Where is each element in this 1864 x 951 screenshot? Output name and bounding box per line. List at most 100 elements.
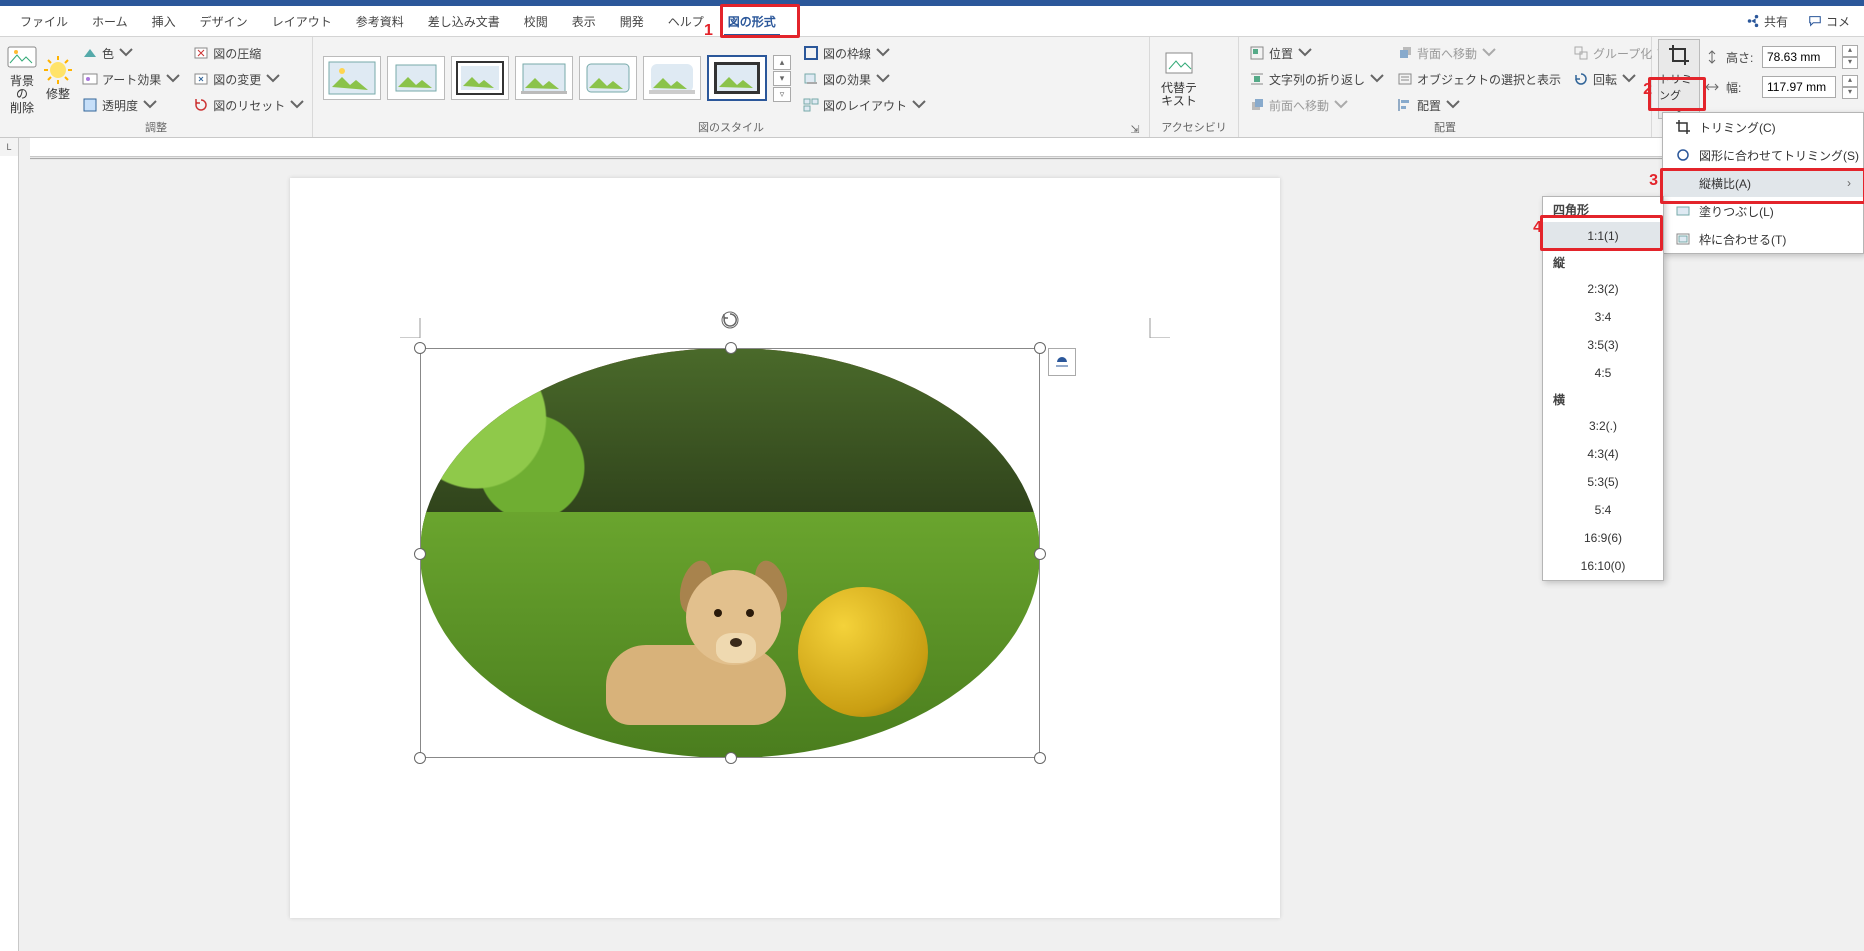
corrections-button[interactable]: 修整 <box>42 39 74 117</box>
align-button[interactable]: 配置 <box>1393 93 1565 117</box>
height-input[interactable] <box>1762 46 1836 68</box>
bring-forward-button[interactable]: 前面へ移動 <box>1245 93 1389 117</box>
width-icon <box>1704 79 1720 95</box>
transparency-label: 透明度 <box>102 97 138 114</box>
tab-file[interactable]: ファイル <box>8 7 80 36</box>
alt-text-button[interactable]: 代替テ キスト <box>1156 39 1202 117</box>
height-label: 高さ: <box>1726 49 1756 66</box>
picture-effects-button[interactable]: 図の効果 <box>799 67 931 91</box>
resize-handle-se[interactable] <box>1034 752 1046 764</box>
vertical-ruler <box>0 156 19 951</box>
reset-picture-button[interactable]: 図のリセット <box>189 93 309 117</box>
aspect-4-5-label: 4:5 <box>1595 366 1612 380</box>
aspect-16-9[interactable]: 16:9(6) <box>1543 524 1663 552</box>
resize-handle-n[interactable] <box>725 342 737 354</box>
selection-pane-button[interactable]: オブジェクトの選択と表示 <box>1393 67 1565 91</box>
tab-insert[interactable]: 挿入 <box>140 7 188 36</box>
tab-layout[interactable]: レイアウト <box>260 7 344 36</box>
gallery-scroll[interactable]: ▴▾▿ <box>773 55 791 102</box>
style-thumb-2[interactable] <box>387 56 445 100</box>
height-spinner[interactable]: ▴▾ <box>1842 45 1858 69</box>
aspect-ratio-submenu: 四角形 1:1(1) 縦 2:3(2) 3:4 3:5(3) 4:5 横 3:2… <box>1542 196 1664 581</box>
tab-home[interactable]: ホーム <box>80 7 140 36</box>
style-thumb-6[interactable] <box>643 56 701 100</box>
remove-background-label: 背景の 削除 <box>6 75 38 115</box>
menu-aspect-ratio[interactable]: 縦横比(A)› <box>1663 169 1863 197</box>
compress-pictures-button[interactable]: 図の圧縮 <box>189 41 309 65</box>
aspect-1-1-label: 1:1(1) <box>1587 229 1618 243</box>
tab-mailings[interactable]: 差し込み文書 <box>416 7 512 36</box>
aspect-3-5[interactable]: 3:5(3) <box>1543 331 1663 359</box>
tab-references[interactable]: 参考資料 <box>344 7 416 36</box>
picture-styles-gallery[interactable]: ▴▾▿ <box>319 49 795 108</box>
tab-review[interactable]: 校閲 <box>512 7 560 36</box>
resize-handle-sw[interactable] <box>414 752 426 764</box>
tab-design[interactable]: デザイン <box>188 7 260 36</box>
aspect-2-3[interactable]: 2:3(2) <box>1543 275 1663 303</box>
color-label: 色 <box>102 45 114 62</box>
width-input[interactable] <box>1762 76 1836 98</box>
aspect-3-2[interactable]: 3:2(.) <box>1543 412 1663 440</box>
artistic-label: アート効果 <box>102 71 161 88</box>
style-thumb-5[interactable] <box>579 56 637 100</box>
height-icon <box>1704 49 1720 65</box>
style-thumb-4[interactable] <box>515 56 573 100</box>
style-thumb-1[interactable] <box>323 56 381 100</box>
menu-fill[interactable]: 塗りつぶし(L) <box>1663 197 1863 225</box>
document-page <box>290 178 1280 918</box>
aspect-16-9-label: 16:9(6) <box>1584 531 1622 545</box>
picture-border-button[interactable]: 図の枠線 <box>799 41 931 65</box>
ruler-corner: L <box>0 138 19 157</box>
crop-button[interactable]: トリミング <box>1658 39 1700 119</box>
wrap-text-button[interactable]: 文字列の折り返し <box>1245 67 1389 91</box>
aspect-5-4[interactable]: 5:4 <box>1543 496 1663 524</box>
width-spinner[interactable]: ▴▾ <box>1842 75 1858 99</box>
send-backward-label: 背面へ移動 <box>1417 45 1477 62</box>
tab-view[interactable]: 表示 <box>560 7 608 36</box>
fit-icon <box>1675 231 1691 247</box>
menu-fit[interactable]: 枠に合わせる(T) <box>1663 225 1863 253</box>
tab-developer[interactable]: 開発 <box>608 7 656 36</box>
selected-picture[interactable] <box>420 348 1040 758</box>
aspect-3-2-label: 3:2(.) <box>1589 419 1617 433</box>
share-button[interactable]: 共有 <box>1740 9 1794 34</box>
resize-handle-nw[interactable] <box>414 342 426 354</box>
menu-crop-to-shape[interactable]: 図形に合わせてトリミング(S)› <box>1663 141 1863 169</box>
aspect-3-4[interactable]: 3:4 <box>1543 303 1663 331</box>
artistic-effects-button[interactable]: アート効果 <box>78 67 185 91</box>
compress-label: 図の圧縮 <box>213 45 261 62</box>
aspect-3-5-label: 3:5(3) <box>1587 338 1618 352</box>
ribbon: 背景の 削除 修整 色 アート効果 透明度 図の圧縮 図の変更 図のリセット 調… <box>0 37 1864 138</box>
rotate-handle[interactable] <box>720 310 740 330</box>
style-thumb-7[interactable] <box>707 55 767 101</box>
aspect-4-3[interactable]: 4:3(4) <box>1543 440 1663 468</box>
callout-4: 4 <box>1533 219 1542 237</box>
aspect-4-5[interactable]: 4:5 <box>1543 359 1663 387</box>
crop-dropdown-menu: トリミング(C) 図形に合わせてトリミング(S)› 縦横比(A)› 塗りつぶし(… <box>1662 112 1864 254</box>
aspect-16-10[interactable]: 16:10(0) <box>1543 552 1663 580</box>
callout-1: 1 <box>704 22 713 40</box>
resize-handle-e[interactable] <box>1034 548 1046 560</box>
layout-options-button[interactable] <box>1048 348 1076 376</box>
transparency-button[interactable]: 透明度 <box>78 93 185 117</box>
menu-crop[interactable]: トリミング(C) <box>1663 113 1863 141</box>
resize-handle-s[interactable] <box>725 752 737 764</box>
picture-layout-button[interactable]: 図のレイアウト <box>799 93 931 117</box>
selection-pane-label: オブジェクトの選択と表示 <box>1417 71 1561 88</box>
aspect-4-3-label: 4:3(4) <box>1587 447 1618 461</box>
styles-dialog-launcher[interactable]: ⇲ <box>1129 123 1141 135</box>
aspect-5-4-label: 5:4 <box>1595 503 1612 517</box>
change-picture-button[interactable]: 図の変更 <box>189 67 309 91</box>
position-button[interactable]: 位置 <box>1245 41 1389 65</box>
tab-picture-format[interactable]: 図の形式 <box>716 7 788 36</box>
resize-handle-w[interactable] <box>414 548 426 560</box>
aspect-16-10-label: 16:10(0) <box>1581 559 1626 573</box>
send-backward-button[interactable]: 背面へ移動 <box>1393 41 1565 65</box>
color-button[interactable]: 色 <box>78 41 185 65</box>
aspect-1-1[interactable]: 1:1(1) <box>1543 222 1663 250</box>
aspect-5-3[interactable]: 5:3(5) <box>1543 468 1663 496</box>
resize-handle-ne[interactable] <box>1034 342 1046 354</box>
comments-button[interactable]: コメ <box>1802 9 1856 34</box>
remove-background-button[interactable]: 背景の 削除 <box>6 39 38 117</box>
style-thumb-3[interactable] <box>451 56 509 100</box>
